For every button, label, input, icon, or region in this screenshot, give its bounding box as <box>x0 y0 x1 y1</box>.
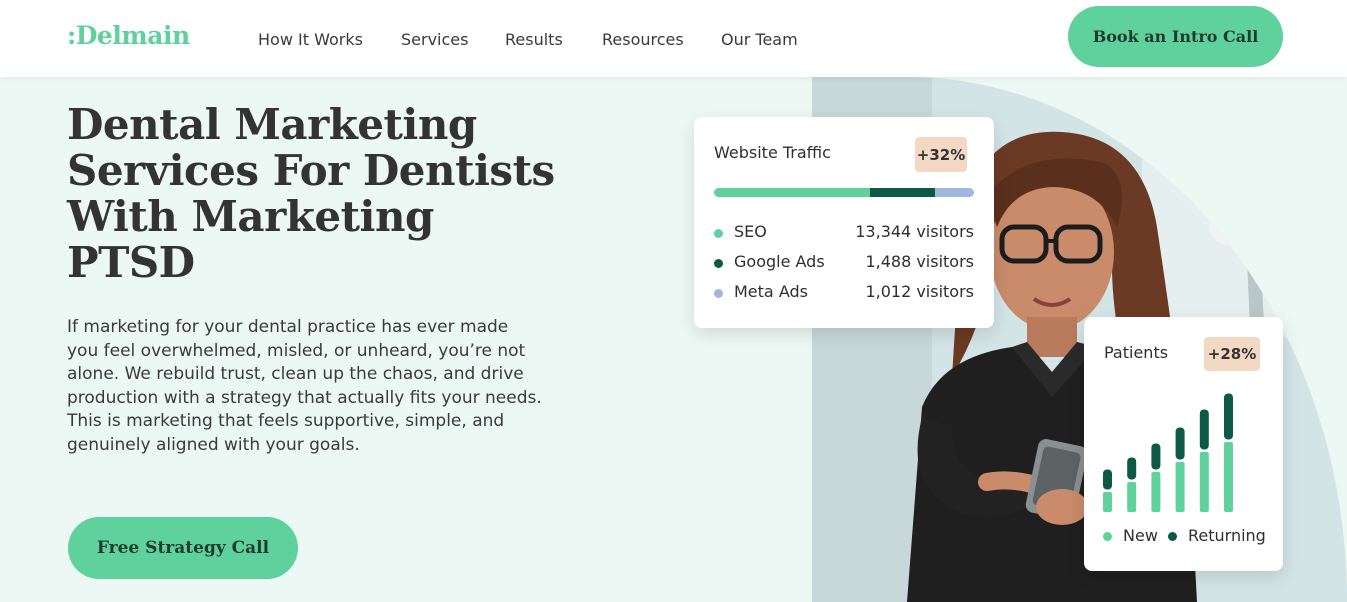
hero-description-line: If marketing for your dental practice ha… <box>67 317 509 337</box>
hero-title-line: Services For Dentists <box>67 146 555 195</box>
nav-services[interactable]: Services <box>401 30 468 49</box>
hero-description-line: alone. We rebuild trust, clean up the ch… <box>67 364 524 384</box>
site-header: :Delmain How It Works Services Results R… <box>0 0 1347 77</box>
hero-description-line: you feel overwhelmed, misled, or unheard… <box>67 340 526 361</box>
dot-icon <box>714 289 723 298</box>
dot-icon <box>714 229 723 238</box>
nav-results[interactable]: Results <box>505 30 563 49</box>
bar-new <box>1127 482 1137 512</box>
bar-new <box>1103 492 1112 512</box>
nav-our-team[interactable]: Our Team <box>721 30 798 49</box>
nav-resources[interactable]: Resources <box>602 30 684 49</box>
traffic-row-meta-ads: Meta Ads 1,012 visitors <box>714 282 974 304</box>
dot-icon <box>1168 532 1177 541</box>
traffic-source-value: 1,488 visitors <box>865 252 974 271</box>
brand-logo[interactable]: :Delmain <box>67 21 190 50</box>
hero-description-line: genuinely aligned with your goals. <box>67 434 360 455</box>
bar-returning <box>1199 409 1209 450</box>
card-title: Website Traffic <box>714 143 831 162</box>
traffic-source-value: 13,344 visitors <box>855 222 974 241</box>
bar-new <box>1151 472 1161 512</box>
traffic-source-name: Meta Ads <box>734 282 808 301</box>
hero-title-line: Dental Marketing <box>67 100 477 149</box>
bar-returning <box>1127 457 1137 480</box>
patients-bar-chart <box>1103 393 1233 512</box>
free-strategy-call-button[interactable]: Free Strategy Call <box>68 517 298 579</box>
bar-new <box>1199 452 1209 512</box>
traffic-growth-badge: +32% <box>915 137 967 172</box>
patients-growth-badge: +28% <box>1204 337 1260 371</box>
nav-how-it-works[interactable]: How It Works <box>258 30 363 49</box>
hero-title-line: With Marketing <box>67 192 434 241</box>
dot-icon <box>1103 532 1112 541</box>
bar-returning <box>1151 443 1161 470</box>
bar-returning <box>1103 469 1112 490</box>
traffic-bar-seo <box>714 188 870 197</box>
bar-new <box>1224 442 1233 512</box>
website-traffic-card: Website Traffic +32% SEO 13,344 visitors… <box>694 117 994 328</box>
hero-description-line: This is marketing that feels supportive,… <box>67 411 505 431</box>
traffic-bar-meta-ads <box>935 188 974 197</box>
traffic-source-name: SEO <box>734 222 767 241</box>
bar-new <box>1175 462 1185 512</box>
hero-title-line: PTSD <box>67 238 195 287</box>
bar-returning <box>1175 427 1185 460</box>
book-intro-call-button[interactable]: Book an Intro Call <box>1068 6 1283 67</box>
traffic-source-name: Google Ads <box>734 252 825 271</box>
traffic-row-google-ads: Google Ads 1,488 visitors <box>714 252 974 274</box>
bar-returning <box>1224 393 1233 440</box>
hero-title: Dental Marketing Services For Dentists W… <box>67 102 587 286</box>
card-title: Patients <box>1104 343 1169 362</box>
traffic-source-value: 1,012 visitors <box>865 282 974 301</box>
legend-label: New <box>1123 526 1158 545</box>
dot-icon <box>714 259 723 268</box>
hero-description: If marketing for your dental practice ha… <box>67 316 547 457</box>
traffic-row-seo: SEO 13,344 visitors <box>714 222 974 244</box>
traffic-share-bar <box>714 188 974 197</box>
hero-description-line: production with a strategy that actually… <box>67 387 542 408</box>
traffic-bar-google-ads <box>870 188 935 197</box>
legend-label: Returning <box>1188 526 1266 545</box>
patients-card: Patients +28% New Returning <box>1084 317 1283 571</box>
